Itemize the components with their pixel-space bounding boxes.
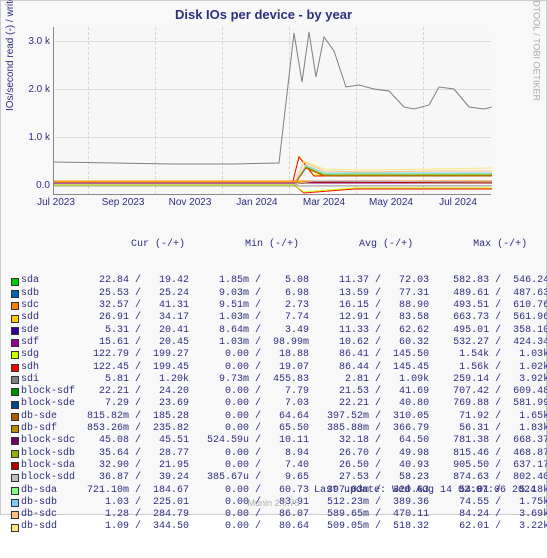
legend-row-sdi: sdi 5.81 / 1.20k 9.73m / 455.83 2.81 / 1… (11, 374, 547, 386)
chart-container: Disk IOs per device - by year IOs/second… (0, 0, 547, 515)
legend-row-sda: sda 22.84 / 19.42 1.85m / 5.08 11.37 / 7… (11, 275, 547, 287)
legend-row-sdg: sdg 122.79 / 199.27 0.00 / 18.88 86.41 /… (11, 349, 547, 361)
legend-row-sdf: sdf 15.61 / 20.45 1.03m / 98.99m 10.62 /… (11, 337, 547, 349)
legend-swatch (11, 450, 19, 458)
chart-lines (54, 27, 492, 195)
legend-swatch (11, 364, 19, 372)
legend-text: sdg 122.79 / 199.27 0.00 / 18.88 86.41 /… (21, 349, 547, 361)
xtick-5: May 2024 (366, 197, 416, 208)
xtick-0: Jul 2023 (31, 197, 81, 208)
legend-header-row: Cur (-/+) Min (-/+) Avg (-/+) Max (-/+) (11, 239, 547, 251)
legend-text: sdh 122.45 / 199.45 0.00 / 19.07 86.44 /… (21, 362, 547, 374)
xtick-4: Mar 2024 (299, 197, 349, 208)
legend-text: sde 5.31 / 20.41 8.64m / 3.49 11.33 / 62… (21, 325, 547, 337)
legend-text: db-sdf 853.26m / 235.82 0.00 / 65.50 385… (21, 423, 547, 435)
footer: Munin 2.0.75 (1, 498, 546, 508)
legend-swatch (11, 376, 19, 384)
legend-text: block-sdb 35.64 / 28.77 0.00 / 8.94 26.7… (21, 448, 547, 460)
legend-text: block-sde 7.29 / 23.69 0.00 / 7.03 22.21… (21, 398, 547, 410)
chart-title: Disk IOs per device - by year (1, 7, 526, 22)
legend-text: sdc 32.57 / 41.31 9.51m / 2.73 16.15 / 8… (21, 300, 547, 312)
legend-text: db-sde 815.82m / 185.28 0.00 / 64.64 397… (21, 411, 547, 423)
legend-row-db-sdf: db-sdf 853.26m / 235.82 0.00 / 65.50 385… (11, 423, 547, 435)
legend-text: block-sdc 45.08 / 45.51 524.59u / 10.11 … (21, 435, 547, 447)
legend-swatch (11, 462, 19, 470)
plot-area (53, 27, 491, 195)
legend-swatch (11, 401, 19, 409)
legend-row-sdh: sdh 122.45 / 199.45 0.00 / 19.07 86.44 /… (11, 362, 547, 374)
legend-text: sdb 25.53 / 25.24 9.03m / 6.98 13.59 / 7… (21, 288, 547, 300)
legend-row-block-sdf: block-sdf 22.21 / 24.20 0.00 / 7.79 21.5… (11, 386, 547, 398)
legend-swatch (11, 511, 19, 519)
ytick-1: 1.0 k (6, 132, 50, 143)
legend-swatch (11, 315, 19, 323)
legend-swatch (11, 437, 19, 445)
legend-text: block-sdf 22.21 / 24.20 0.00 / 7.79 21.5… (21, 386, 547, 398)
ytick-2: 2.0 k (6, 84, 50, 95)
legend-text: sda 22.84 / 19.42 1.85m / 5.08 11.37 / 7… (21, 275, 547, 287)
legend-swatch (11, 524, 19, 532)
xtick-3: Jan 2024 (232, 197, 282, 208)
legend-text: block-sdd 36.87 / 39.24 385.67u / 9.65 2… (21, 472, 547, 484)
legend-row-sdc: sdc 32.57 / 41.31 9.51m / 2.73 16.15 / 8… (11, 300, 547, 312)
legend-text: block-sda 32.90 / 21.95 0.00 / 7.40 26.5… (21, 460, 547, 472)
legend-row-block-sde: block-sde 7.29 / 23.69 0.00 / 7.03 22.21… (11, 398, 547, 410)
legend-row-sdd: sdd 26.91 / 34.17 1.03m / 7.74 12.91 / 8… (11, 312, 547, 324)
legend-row-db-sdc: db-sdc 1.28 / 284.79 0.00 / 86.07 589.65… (11, 509, 547, 521)
watermark: RRDTOOL / TOBI OETIKER (532, 0, 542, 101)
legend-text: sdd 26.91 / 34.17 1.03m / 7.74 12.91 / 8… (21, 312, 547, 324)
legend-swatch (11, 388, 19, 396)
legend-row-block-sdd: block-sdd 36.87 / 39.24 385.67u / 9.65 2… (11, 472, 547, 484)
xtick-2: Nov 2023 (165, 197, 215, 208)
legend-row-db-sdd: db-sdd 1.09 / 344.50 0.00 / 80.64 509.05… (11, 521, 547, 533)
xtick-6: Jul 2024 (433, 197, 483, 208)
legend-row-sdb: sdb 25.53 / 25.24 9.03m / 6.98 13.59 / 7… (11, 288, 547, 300)
legend-row-db-sde: db-sde 815.82m / 185.28 0.00 / 64.64 397… (11, 411, 547, 423)
legend-swatch (11, 351, 19, 359)
legend-text: sdi 5.81 / 1.20k 9.73m / 455.83 2.81 / 1… (21, 374, 547, 386)
legend-text: sdf 15.61 / 20.45 1.03m / 98.99m 10.62 /… (21, 337, 547, 349)
legend-row-block-sda: block-sda 32.90 / 21.95 0.00 / 7.40 26.5… (11, 460, 547, 472)
legend-swatch (11, 278, 19, 286)
legend-swatch (11, 413, 19, 421)
legend-swatch (11, 302, 19, 310)
legend-swatch (11, 339, 19, 347)
ytick-3: 3.0 k (6, 36, 50, 47)
legend-swatch (11, 290, 19, 298)
xtick-1: Sep 2023 (98, 197, 148, 208)
legend-swatch (11, 327, 19, 335)
legend-row-block-sdc: block-sdc 45.08 / 45.51 524.59u / 10.11 … (11, 435, 547, 447)
legend-swatch (11, 487, 19, 495)
legend-row-sde: sde 5.31 / 20.41 8.64m / 3.49 11.33 / 62… (11, 325, 547, 337)
ytick-0: 0.0 (6, 180, 50, 191)
legend-swatch (11, 474, 19, 482)
legend-text: db-sdc 1.28 / 284.79 0.00 / 86.07 589.65… (21, 509, 547, 521)
legend-swatch (11, 425, 19, 433)
legend-text: db-sdd 1.09 / 344.50 0.00 / 80.64 509.05… (21, 521, 547, 533)
legend-row-block-sdb: block-sdb 35.64 / 28.77 0.00 / 8.94 26.7… (11, 448, 547, 460)
last-update: Last update: Wed Aug 14 02:07:06 2024 (314, 485, 536, 496)
